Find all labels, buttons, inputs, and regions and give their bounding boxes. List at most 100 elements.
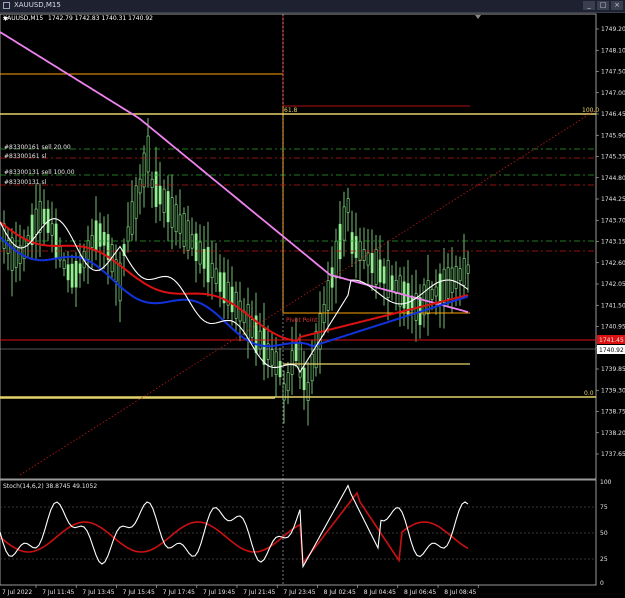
price-tick-label: 1745.90 <box>601 132 625 139</box>
close-button[interactable]: × <box>611 1 623 10</box>
candle-body <box>430 288 434 300</box>
candle-body <box>118 262 122 302</box>
time-tick-label: 7 Jul 15:45 <box>123 589 155 596</box>
candle-body <box>70 263 74 288</box>
order-label-4: #83300131 sl <box>4 179 47 186</box>
time-tick-label: 7 Jul 17:45 <box>163 589 195 596</box>
time-tick-label: 8 Jul 08:45 <box>444 589 476 596</box>
candle-body <box>346 198 350 213</box>
candle-body <box>378 259 382 283</box>
candle-body <box>86 240 90 260</box>
candle-body <box>186 220 190 251</box>
price-tick-label: 1746.45 <box>601 111 625 118</box>
candle-body <box>214 268 218 284</box>
candle-body <box>194 233 198 261</box>
price-tick-label: 1743.70 <box>601 217 625 224</box>
candle-body <box>454 266 458 289</box>
price-tick-label: 1738.75 <box>601 409 625 416</box>
candle-body <box>190 234 194 249</box>
candle-body <box>90 235 94 248</box>
candle-body <box>462 258 466 286</box>
stoch-axis: 100 75 50 25 0 <box>600 479 612 587</box>
candle-body <box>294 343 298 361</box>
candle-body <box>162 188 166 213</box>
candle-body <box>246 304 250 342</box>
candle-body <box>218 272 222 292</box>
candle-body <box>150 178 154 188</box>
candle-body <box>198 241 202 265</box>
price-tick-label: 1742.60 <box>601 260 625 267</box>
time-tick-label: 7 Jul 19:45 <box>203 589 235 596</box>
stoch-header: Stoch(14,6,2) 38.8745 49.1052 <box>3 483 97 490</box>
candle-body <box>370 253 374 273</box>
price-tick-label: 1749.20 <box>601 26 625 33</box>
candle-body <box>334 240 338 279</box>
candle-body <box>326 280 330 311</box>
price-tick-label: 1739.85 <box>601 366 625 373</box>
candle-body <box>6 240 10 254</box>
stoch-tick-label: 0 <box>600 580 604 587</box>
candle-body <box>434 286 438 297</box>
candle-body <box>342 206 346 241</box>
stoch-tick-label: 50 <box>600 530 608 537</box>
candle-body <box>42 208 46 224</box>
price-tick-label: 1744.80 <box>601 175 625 182</box>
candle-body <box>166 191 170 223</box>
price-tick-label: 1743.15 <box>601 239 625 246</box>
candle-body <box>94 220 98 252</box>
candle-body <box>62 259 66 269</box>
time-axis: 7 Jul 2022 7 Jul 11:45 7 Jul 13:45 7 Jul 15… <box>2 585 479 596</box>
candle-body <box>174 204 178 233</box>
candle-body <box>202 248 206 269</box>
candle-body <box>158 185 162 205</box>
candle-body <box>270 349 274 366</box>
candle-body <box>366 252 370 266</box>
candle-body <box>374 248 378 286</box>
price-axis: 1749.20 1748.10 1747.50 1747.00 1746.45 1745.… <box>596 26 625 458</box>
time-tick-label: 7 Jul 21:45 <box>243 589 275 596</box>
candle-body <box>146 135 150 173</box>
bid-price-text: 1741.45 <box>599 337 624 344</box>
current-price-text: 1740.92 <box>599 347 624 354</box>
candle-body <box>134 185 138 219</box>
price-tick-label: 1744.25 <box>601 196 625 203</box>
candle-body <box>102 232 106 246</box>
price-tick-label: 1742.05 <box>601 281 625 288</box>
chart-window-icon <box>3 2 10 9</box>
candle-body <box>382 266 386 284</box>
time-tick-label: 8 Jul 06:45 <box>404 589 436 596</box>
candle-body <box>170 197 174 228</box>
window-controls: _ □ × <box>583 1 623 10</box>
candle-body <box>290 350 294 375</box>
candle-body <box>390 275 394 291</box>
candle-body <box>210 262 214 278</box>
candle-body <box>350 232 354 254</box>
time-tick-label: 8 Jul 02:45 <box>324 589 356 596</box>
candle-body <box>154 171 158 207</box>
fib-0-label: 0.0 <box>584 390 594 397</box>
order-label-3: #83300131 sell 100.00 <box>4 169 75 176</box>
candle-body <box>398 275 402 307</box>
price-tick-label: 1737.65 <box>601 451 625 458</box>
fib-618-label: 61.8 <box>284 107 298 114</box>
pivot-point-label: Pivot Point <box>286 317 318 324</box>
price-tick-label: 1741.50 <box>601 302 625 309</box>
candle-body <box>66 264 70 281</box>
candle-body <box>38 200 42 233</box>
price-tick-label: 1738.20 <box>601 430 625 437</box>
candle-body <box>306 382 310 401</box>
candle-body <box>446 267 450 299</box>
candle-body <box>438 273 442 304</box>
fib-100-label: 100.0 <box>582 107 599 114</box>
candle-body <box>126 226 130 242</box>
price-chart[interactable]: XAUUSD,M15 1742.79 1742.83 1740.31 1740.… <box>0 12 625 598</box>
candle-body <box>78 263 82 274</box>
candle-body <box>238 300 242 322</box>
minimize-button[interactable]: _ <box>583 1 595 10</box>
time-tick-label: 7 Jul 13:45 <box>82 589 114 596</box>
maximize-button[interactable]: □ <box>597 1 609 10</box>
chart-ohlc-label: 1742.79 1742.83 1740.31 1740.92 <box>48 15 153 22</box>
order-label-2: #83300161 sl <box>4 153 47 160</box>
time-tick-label: 7 Jul 2022 <box>2 589 32 596</box>
price-tick-label: 1747.50 <box>601 69 625 76</box>
